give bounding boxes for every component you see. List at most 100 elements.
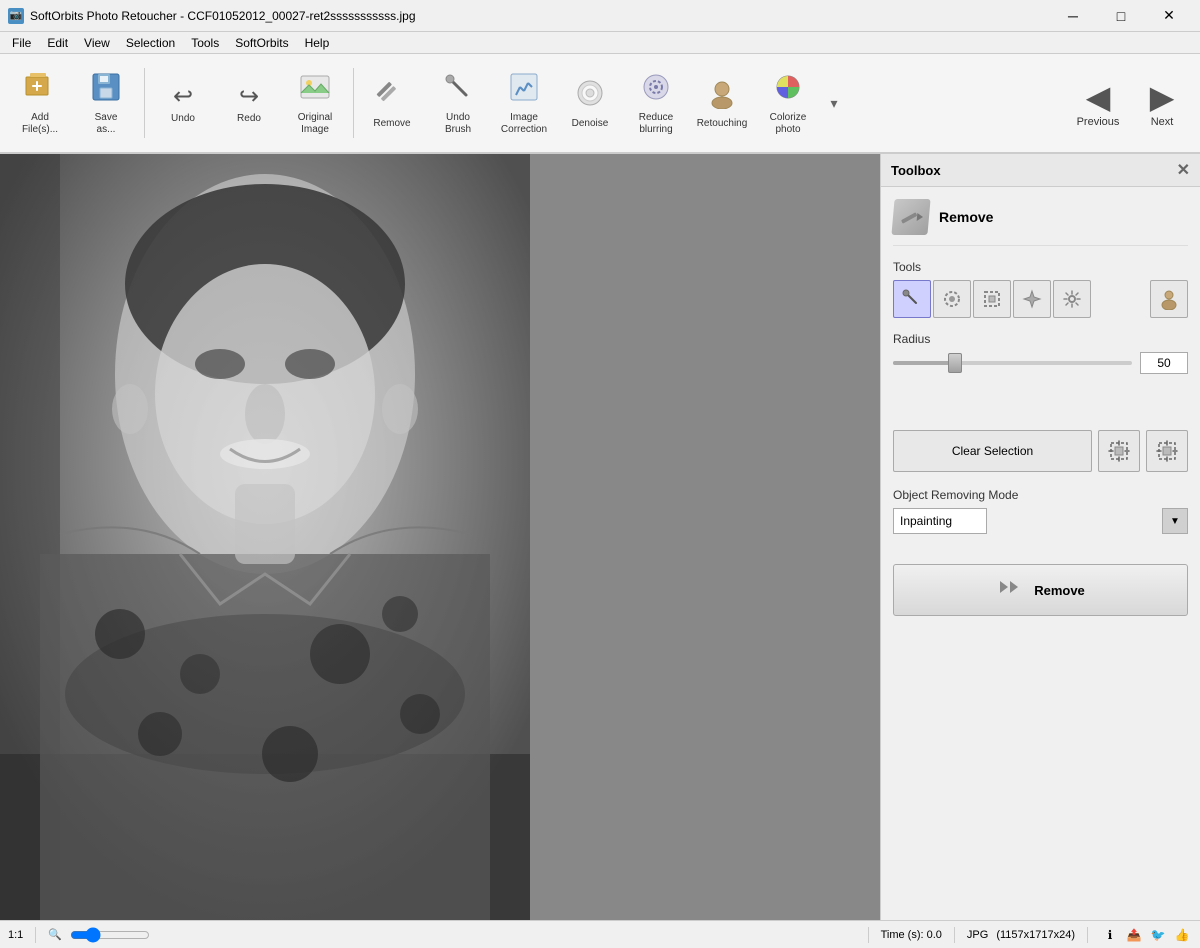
toolbar-more[interactable]: ▾ <box>822 59 846 147</box>
remove-header: Remove <box>893 199 1188 246</box>
format-label: JPG <box>967 929 988 941</box>
tools-row <box>893 280 1188 318</box>
colorize-photo-label: Colorizephoto <box>770 112 807 136</box>
toolbar-save-as[interactable]: Saveas... <box>74 59 138 147</box>
spacer2 <box>893 554 1188 564</box>
remove-action-label: Remove <box>1034 583 1085 598</box>
statusbar-right: Time (s): 0.0 JPG (1157x1717x24) ℹ 📤 🐦 👍 <box>864 925 1192 945</box>
redo-icon: ↪ <box>239 82 259 111</box>
time-label: Time (s): 0.0 <box>881 929 942 941</box>
maximize-button[interactable]: □ <box>1098 0 1144 32</box>
dimensions-label: (1157x1717x24) <box>996 929 1075 941</box>
toolbar-redo[interactable]: ↪ Redo <box>217 59 281 147</box>
toolbox-panel: Toolbox ✕ Remove Tools <box>880 154 1200 920</box>
info-icon-button[interactable]: ℹ <box>1100 925 1120 945</box>
remove-label: Remove <box>373 118 410 129</box>
next-label: Next <box>1151 116 1174 128</box>
remove-action-button[interactable]: Remove <box>893 564 1188 616</box>
tool-settings-button[interactable] <box>1053 280 1091 318</box>
denoise-icon <box>574 77 606 116</box>
radius-value-input[interactable]: 50 <box>1140 352 1188 374</box>
retouching-icon <box>706 77 738 116</box>
save-as-label: Saveas... <box>95 112 118 136</box>
add-files-label: AddFile(s)... <box>22 112 58 136</box>
toolbar-original-image[interactable]: OriginalImage <box>283 59 347 147</box>
object-removing-mode-label: Object Removing Mode <box>893 488 1188 502</box>
menu-softorbits[interactable]: SoftOrbits <box>227 34 296 52</box>
menu-help[interactable]: Help <box>297 34 338 52</box>
tool-brush-button[interactable] <box>893 280 931 318</box>
toolbar-sep-2 <box>353 68 354 138</box>
mode-select[interactable]: Inpainting Content-Aware Simple <box>893 508 987 534</box>
toolbar-undo-brush[interactable]: UndoBrush <box>426 59 490 147</box>
photo-image <box>0 154 530 920</box>
nav-section: ◀ Previous ▶ Next <box>1068 59 1192 147</box>
radius-slider-fill <box>893 361 953 365</box>
canvas-area[interactable] <box>0 154 880 920</box>
statusbar-icons: ℹ 📤 🐦 👍 <box>1100 925 1192 945</box>
close-button[interactable]: ✕ <box>1146 0 1192 32</box>
tool-magic-wand-button[interactable] <box>1013 280 1051 318</box>
toolbar-denoise[interactable]: Denoise <box>558 59 622 147</box>
menubar: File Edit View Selection Tools SoftOrbit… <box>0 32 1200 54</box>
toolbar-retouching[interactable]: Retouching <box>690 59 754 147</box>
colorize-photo-icon <box>772 71 804 110</box>
window-title: SoftOrbits Photo Retoucher - CCF01052012… <box>30 9 1050 23</box>
remove-action-icon <box>996 573 1024 607</box>
remove-title: Remove <box>939 209 993 225</box>
zoom-slider[interactable] <box>70 927 150 943</box>
tool-portrait-button[interactable] <box>1150 280 1188 318</box>
select-expand-button[interactable] <box>1098 430 1140 472</box>
toolbar-sep-1 <box>144 68 145 138</box>
toolbar-reduce-blurring[interactable]: Reduceblurring <box>624 59 688 147</box>
menu-file[interactable]: File <box>4 34 39 52</box>
zoom-level: 1:1 <box>8 929 23 941</box>
previous-icon: ◀ <box>1086 78 1111 116</box>
remove-tool-icon <box>891 199 930 235</box>
statusbar-sep-4 <box>1087 927 1088 943</box>
zoom-icon: 🔍 <box>48 928 62 941</box>
toolbox-content: Remove Tools <box>881 187 1200 920</box>
add-files-icon <box>24 71 56 110</box>
social-icon-button[interactable]: 🐦 <box>1148 925 1168 945</box>
menu-view[interactable]: View <box>76 34 118 52</box>
photo-container <box>0 154 530 920</box>
toolbar-remove[interactable]: Remove <box>360 59 424 147</box>
social2-icon-button[interactable]: 👍 <box>1172 925 1192 945</box>
select-contract-button[interactable] <box>1146 430 1188 472</box>
radius-slider-track[interactable] <box>893 361 1132 365</box>
toolbar-next[interactable]: ▶ Next <box>1132 59 1192 147</box>
undo-icon: ↩ <box>173 82 193 111</box>
radius-slider-row: 50 <box>893 352 1188 374</box>
radius-slider-thumb[interactable] <box>948 353 962 373</box>
toolbar-colorize-photo[interactable]: Colorizephoto <box>756 59 820 147</box>
clear-selection-button[interactable]: Clear Selection <box>893 430 1092 472</box>
toolbar-undo[interactable]: ↩ Undo <box>151 59 215 147</box>
tools-section-label: Tools <box>893 260 1188 274</box>
tool-circle-select-button[interactable] <box>933 280 971 318</box>
next-icon: ▶ <box>1150 78 1175 116</box>
reduce-blurring-icon <box>640 71 672 110</box>
minimize-button[interactable]: ─ <box>1050 0 1096 32</box>
toolbar-add-files[interactable]: AddFile(s)... <box>8 59 72 147</box>
previous-label: Previous <box>1077 116 1120 128</box>
window-controls: ─ □ ✕ <box>1050 0 1192 32</box>
share-icon-button[interactable]: 📤 <box>1124 925 1144 945</box>
menu-edit[interactable]: Edit <box>39 34 76 52</box>
app-icon: 📷 <box>8 8 24 24</box>
denoise-label: Denoise <box>572 118 609 129</box>
retouching-label: Retouching <box>697 118 748 129</box>
toolbox-header: Toolbox ✕ <box>881 154 1200 187</box>
zoom-control: 1:1 <box>8 929 23 941</box>
statusbar-sep-3 <box>954 927 955 943</box>
toolbar-image-correction[interactable]: ImageCorrection <box>492 59 556 147</box>
tool-rect-select-button[interactable] <box>973 280 1011 318</box>
menu-tools[interactable]: Tools <box>183 34 227 52</box>
main-area: Toolbox ✕ Remove Tools <box>0 154 1200 920</box>
image-correction-icon <box>508 71 540 110</box>
toolbox-close-button[interactable]: ✕ <box>1177 160 1190 180</box>
toolbar-previous[interactable]: ◀ Previous <box>1068 59 1128 147</box>
mode-select-arrow-icon: ▼ <box>1162 508 1188 534</box>
menu-selection[interactable]: Selection <box>118 34 183 52</box>
original-image-icon <box>299 71 331 110</box>
